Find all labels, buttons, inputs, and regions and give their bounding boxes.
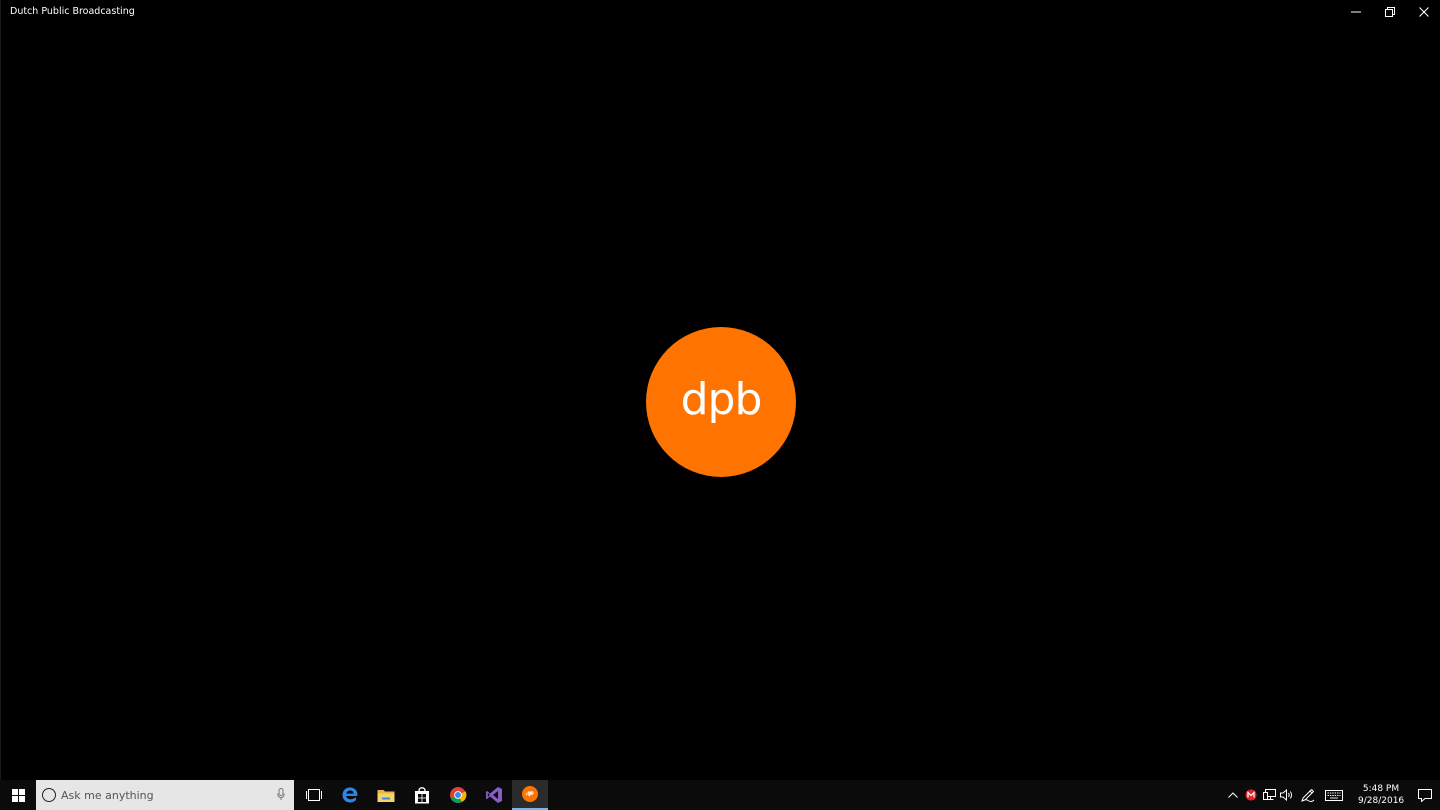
visual-studio-icon (486, 787, 502, 803)
chrome-button[interactable] (440, 780, 476, 810)
chrome-icon (450, 787, 467, 804)
search-box[interactable] (36, 780, 294, 810)
dpb-app-button[interactable] (512, 780, 548, 810)
restore-icon (1385, 7, 1395, 17)
keyboard-icon (1325, 789, 1343, 801)
clock-time: 5:48 PM (1362, 784, 1400, 794)
clock[interactable]: 5:48 PM 9/28/2016 (1358, 783, 1404, 807)
network-icon (1262, 789, 1276, 800)
store-icon (415, 786, 429, 803)
windows-logo-icon (11, 788, 25, 802)
app-window: Dutch Public Broadcasting dpb (0, 0, 1440, 780)
touch-keyboard-button[interactable] (1320, 780, 1348, 810)
folder-icon (377, 789, 395, 802)
chevron-up-icon (1228, 792, 1238, 798)
show-hidden-icons-button[interactable] (1224, 780, 1242, 810)
notification-icon (1418, 788, 1432, 802)
volume-icon (1280, 789, 1293, 801)
task-view-icon (306, 789, 322, 801)
microphone-icon[interactable] (277, 788, 285, 801)
taskbar-apps (296, 780, 548, 810)
action-center-button[interactable] (1410, 780, 1440, 810)
edge-icon (342, 787, 358, 803)
dpb-icon (522, 786, 538, 802)
volume-button[interactable] (1278, 780, 1296, 810)
search-input[interactable] (61, 788, 261, 802)
system-tray: 5:48 PM 9/28/2016 (1224, 780, 1440, 810)
visual-studio-button[interactable] (476, 780, 512, 810)
minimize-button[interactable] (1339, 0, 1373, 24)
store-button[interactable] (404, 780, 440, 810)
tray-app-m[interactable] (1242, 780, 1260, 810)
cortana-icon (42, 788, 56, 802)
clock-date: 9/28/2016 (1358, 796, 1405, 806)
restore-button[interactable] (1373, 0, 1407, 24)
network-button[interactable] (1260, 780, 1278, 810)
splash-logo: dpb (646, 327, 796, 477)
file-explorer-button[interactable] (368, 780, 404, 810)
title-bar[interactable]: Dutch Public Broadcasting (1, 0, 1440, 24)
window-controls (1339, 0, 1440, 24)
task-view-button[interactable] (296, 780, 332, 810)
minimize-icon (1351, 11, 1361, 13)
windows-ink-button[interactable] (1296, 780, 1320, 810)
close-icon (1419, 7, 1429, 17)
window-title: Dutch Public Broadcasting (10, 6, 135, 17)
splash-logo-text: dpb (680, 373, 763, 425)
pen-icon (1301, 788, 1315, 802)
edge-button[interactable] (332, 780, 368, 810)
close-button[interactable] (1407, 0, 1440, 24)
red-m-icon (1245, 789, 1257, 801)
start-button[interactable] (0, 780, 36, 810)
taskbar: 5:48 PM 9/28/2016 (0, 780, 1440, 810)
